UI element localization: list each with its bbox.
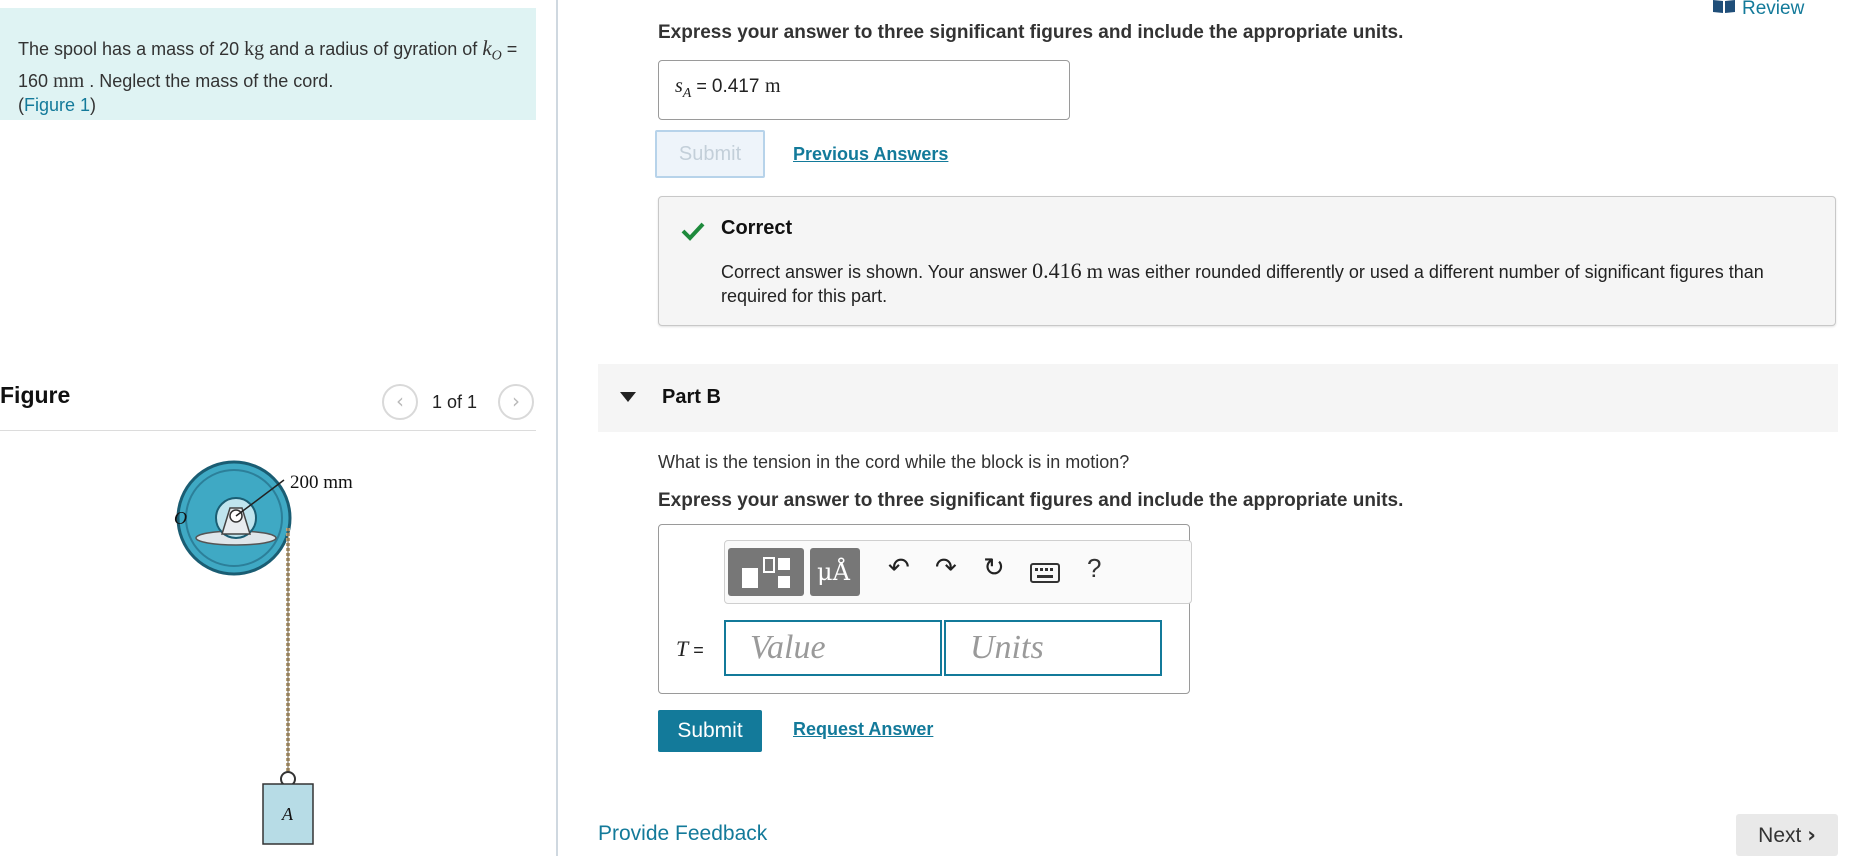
problem-statement: The spool has a mass of 20 kg and a radi… — [0, 8, 536, 120]
answer-var: s — [675, 75, 683, 97]
k-subscript: O — [491, 48, 502, 64]
mass-unit: kg — [244, 38, 265, 60]
answer-eq: = — [691, 76, 712, 96]
next-label: Next — [1758, 824, 1802, 847]
undo-icon: ↶ — [888, 553, 910, 583]
correct-feedback: Correct Correct answer is shown. Your an… — [658, 196, 1836, 326]
block-label: A — [281, 804, 294, 824]
chevron-right-icon: › — [512, 389, 520, 413]
templates-button[interactable] — [728, 548, 804, 596]
center-label: O — [174, 508, 187, 528]
provide-feedback-link[interactable]: Provide Feedback — [598, 822, 767, 846]
part-b-header[interactable]: Part B — [598, 364, 1838, 432]
spool-figure: O 200 mm A — [174, 460, 353, 845]
units-input[interactable]: Units — [944, 620, 1162, 676]
value-input[interactable]: Value — [724, 620, 942, 676]
chevron-left-icon: ‹ — [396, 389, 404, 413]
part-a-submit-button[interactable]: Submit — [655, 130, 765, 178]
caret-down-icon — [620, 392, 636, 402]
figure-next-button[interactable]: › — [498, 384, 534, 420]
units-button[interactable]: μÅ — [810, 548, 860, 596]
problem-text-2: and a radius of gyration of — [269, 39, 478, 59]
templates-icon — [742, 557, 790, 588]
redo-icon: ↷ — [935, 553, 957, 583]
redo-button[interactable]: ↷ — [935, 553, 957, 583]
var-label: T — [676, 636, 689, 661]
review-label: Review — [1742, 0, 1805, 20]
keyboard-button[interactable] — [1030, 563, 1060, 588]
figure-count: 1 of 1 — [432, 392, 478, 412]
figure-prev-button[interactable]: ‹ — [382, 384, 418, 420]
reset-button[interactable]: ↻ — [983, 553, 1005, 583]
units-label: μÅ — [817, 558, 850, 586]
answer-value: 0.417 — [711, 76, 760, 97]
part-b-submit-button[interactable]: Submit — [658, 710, 762, 752]
undo-button[interactable]: ↶ — [888, 553, 910, 583]
figure-divider — [0, 430, 536, 431]
feedback-your-value: 0.416 — [1032, 258, 1082, 283]
review-link[interactable]: Review — [1712, 0, 1804, 20]
feedback-title: Correct — [721, 217, 793, 239]
problem-text-1: The spool has a mass of 20 — [18, 39, 240, 59]
help-button[interactable]: ? — [1087, 553, 1101, 584]
previous-answers-link[interactable]: Previous Answers — [793, 144, 948, 165]
var-eq: = — [688, 640, 704, 660]
part-b-question: What is the tension in the cord while th… — [658, 452, 1130, 472]
panel-divider[interactable] — [556, 0, 558, 856]
answer-unit: m — [764, 75, 781, 97]
figure-heading: Figure — [0, 382, 71, 408]
part-a-answer-display: sA = 0.417 m — [658, 60, 1070, 120]
feedback-text-1: Correct answer is shown. Your answer — [721, 262, 1028, 282]
keyboard-icon — [1030, 563, 1060, 583]
part-a-instruction: Express your answer to three significant… — [658, 22, 1404, 43]
math-toolbar: μÅ ↶ ↷ ↻ ? — [724, 540, 1192, 604]
k-unit: mm — [53, 69, 85, 92]
figure-link[interactable]: Figure 1 — [24, 95, 90, 115]
part-b-instruction: Express your answer to three significant… — [658, 490, 1404, 511]
chevron-right-icon: › — [1807, 823, 1816, 847]
part-b-title: Part B — [662, 386, 721, 408]
radius-label: 200 mm — [290, 472, 353, 493]
reset-icon: ↻ — [983, 553, 1005, 583]
problem-text-4: . Neglect the mass of the cord. — [89, 70, 334, 91]
k-symbol: k — [482, 36, 492, 60]
checkmark-icon — [681, 222, 705, 241]
feedback-your-unit: m — [1086, 259, 1104, 283]
next-button[interactable]: Next › — [1736, 814, 1838, 856]
request-answer-link[interactable]: Request Answer — [793, 719, 933, 740]
book-icon — [1712, 0, 1736, 20]
